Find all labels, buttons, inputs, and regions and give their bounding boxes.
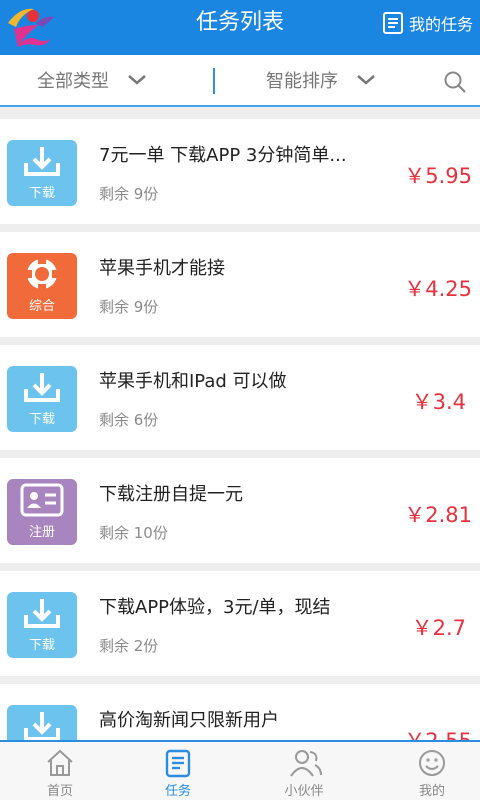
lifebuoy-icon: 综合: [7, 253, 77, 319]
task-item[interactable]: 注册 下载注册自提一元 剩余 10份 ￥2.81: [0, 458, 480, 563]
tab-mine[interactable]: 我的: [372, 742, 480, 800]
bottom-tab-bar: 首页 任务 小伙伴 我的: [0, 740, 480, 800]
chevron-down-icon: [357, 75, 375, 85]
task-price: ￥5.95: [404, 164, 472, 188]
type-filter-dropdown[interactable]: 全部类型: [37, 55, 147, 105]
task-name: 苹果手机和IPad 可以做: [99, 371, 287, 392]
type-filter-label: 全部类型: [37, 71, 109, 92]
task-name: 下载注册自提一元: [99, 484, 243, 505]
chevron-down-icon: [128, 75, 146, 85]
task-price: ￥3.4: [411, 390, 466, 414]
my-tasks-label: 我的任务: [408, 15, 473, 34]
task-item[interactable]: 下载 下载APP体验，3元/单，现结 剩余 2份 ￥2.7: [0, 571, 480, 676]
task-remaining: 剩余 2份: [99, 637, 159, 655]
clipboard-list-icon: [382, 12, 403, 34]
download-icon: 下载: [7, 366, 77, 432]
task-list: 下载 7元一单 下载APP 3分钟简单... 剩余 9份 ￥5.95 综合 苹果…: [0, 107, 480, 740]
tab-label: 首页: [46, 784, 73, 799]
app-header: 任务列表 我的任务: [0, 0, 480, 55]
my-tasks-button[interactable]: 我的任务: [382, 10, 473, 36]
task-name: 苹果手机才能接: [99, 258, 225, 279]
task-type-label: 注册: [28, 525, 55, 540]
tab-partners[interactable]: 小伙伴: [244, 742, 364, 800]
task-name: 下载APP体验，3元/单，现结: [99, 597, 331, 618]
download-icon: [7, 705, 77, 740]
tab-home[interactable]: 首页: [0, 742, 120, 800]
task-type-label: 下载: [28, 638, 55, 653]
task-remaining: 剩余 6份: [99, 411, 159, 429]
tab-tasks[interactable]: 任务: [118, 742, 238, 800]
sort-label: 智能排序: [266, 71, 338, 92]
task-type-label: 下载: [28, 186, 55, 201]
task-price: ￥2.7: [411, 616, 466, 640]
task-name: 7元一单 下载APP 3分钟简单...: [99, 145, 347, 166]
smiley-icon: [419, 750, 445, 776]
tab-label: 任务: [164, 784, 191, 799]
task-item[interactable]: 高价淘新闻只限新用户 ￥2.55: [0, 684, 480, 740]
id-card-icon: 注册: [7, 479, 77, 545]
tab-label: 我的: [418, 784, 445, 799]
home-icon: [47, 749, 73, 776]
sort-dropdown[interactable]: 智能排序: [266, 55, 376, 105]
task-type-label: 下载: [28, 412, 55, 427]
task-remaining: 剩余 9份: [99, 298, 159, 316]
partners-icon: [290, 750, 322, 777]
tab-label: 小伙伴: [284, 784, 324, 799]
task-list-icon: [165, 749, 191, 778]
task-name: 高价淘新闻只限新用户: [99, 710, 279, 731]
task-item[interactable]: 下载 苹果手机和IPad 可以做 剩余 6份 ￥3.4: [0, 345, 480, 450]
task-remaining: 剩余 9份: [99, 185, 159, 203]
task-type-label: 综合: [28, 299, 55, 314]
filter-divider: [213, 68, 215, 94]
task-remaining: 剩余 10份: [99, 524, 168, 542]
task-item[interactable]: 综合 苹果手机才能接 剩余 9份 ￥4.25: [0, 232, 480, 337]
task-price: ￥2.55: [404, 725, 472, 740]
search-icon[interactable]: [443, 70, 467, 94]
task-item[interactable]: 下载 7元一单 下载APP 3分钟简单... 剩余 9份 ￥5.95: [0, 119, 480, 224]
task-price: ￥4.25: [404, 277, 472, 301]
task-price: ￥2.81: [404, 503, 472, 527]
download-icon: 下载: [7, 140, 77, 206]
filter-bar: 全部类型 智能排序: [0, 55, 480, 107]
download-icon: 下载: [7, 592, 77, 658]
